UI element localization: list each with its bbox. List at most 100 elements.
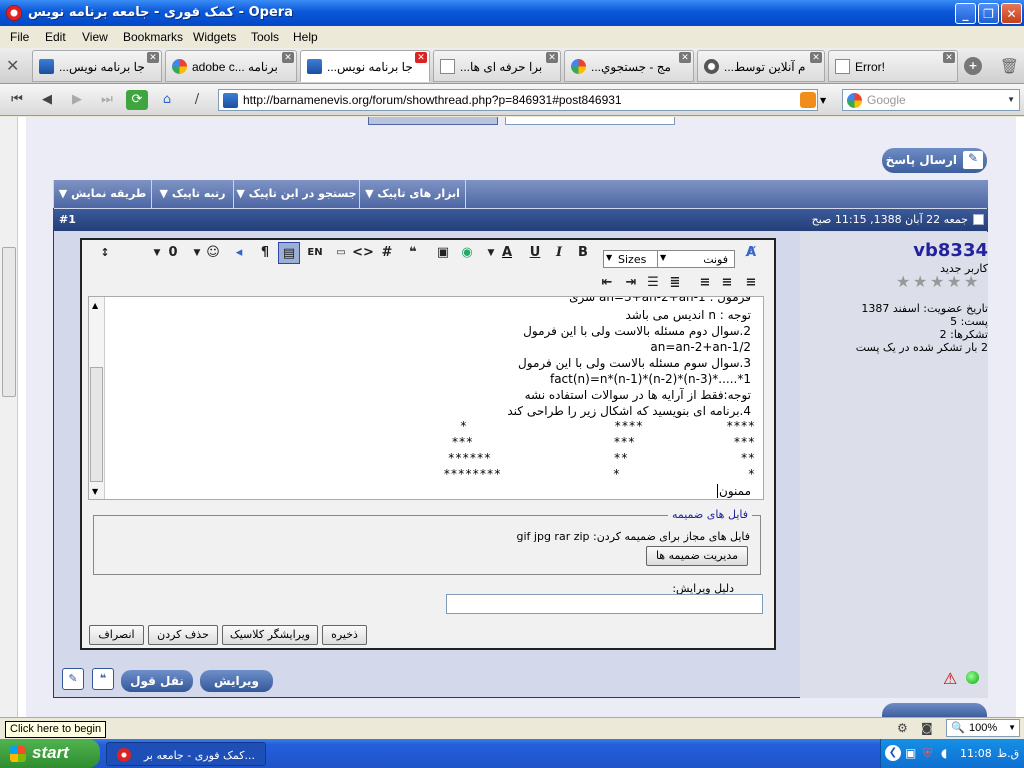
network-icon[interactable]: ▣ <box>905 746 916 760</box>
attach-icon[interactable]: 0 <box>162 242 184 264</box>
camera-icon[interactable]: ◙ <box>921 721 933 735</box>
forward-icon[interactable]: ▶ <box>66 90 88 110</box>
en-lang-icon[interactable]: EN <box>302 242 328 264</box>
delete-button[interactable]: حذف کردن <box>148 625 218 645</box>
hash-icon[interactable]: # <box>376 242 398 264</box>
php-code-icon[interactable]: ▭ <box>330 242 352 264</box>
menu-view[interactable]: View <box>82 30 108 44</box>
edit-reason-input[interactable] <box>446 594 763 614</box>
address-dropdown-icon[interactable]: ▼ <box>820 96 826 105</box>
tab-close-icon[interactable]: ✕ <box>546 52 558 63</box>
tab-0[interactable]: ...جا برنامه نویس ✕ <box>32 50 162 82</box>
html-code-icon[interactable]: <> <box>352 242 374 264</box>
tab-close-icon[interactable]: ✕ <box>282 52 294 63</box>
remove-format-icon[interactable]: A̸ <box>740 242 762 264</box>
clock-time[interactable]: 11:08 <box>960 747 992 760</box>
save-button[interactable]: ذخیره <box>322 625 367 645</box>
wand-icon[interactable]: / <box>186 90 208 110</box>
window-title-bar[interactable]: کمک فوری - جامعه برنامه نویس - Opera _ ❐… <box>0 0 1024 26</box>
quick-quote-icon[interactable]: ❝ <box>92 668 114 690</box>
link-globe-icon[interactable]: ◉ <box>456 242 478 264</box>
display-mode-menu[interactable]: طریقه نمایش ▼ <box>53 180 151 208</box>
tab-1[interactable]: adobe c... برنامه ✕ <box>165 50 297 82</box>
minimize-button[interactable]: _ <box>955 3 976 24</box>
taskbar-item-opera[interactable]: ...کمک فوری - جامعه بر <box>106 742 266 766</box>
rate-thread-menu[interactable]: رتبه تاپیک ▼ <box>151 180 233 208</box>
new-tab-icon[interactable]: + <box>964 57 982 75</box>
bottom-reply-button-remnant[interactable] <box>882 703 987 717</box>
menu-edit[interactable]: Edit <box>45 30 66 44</box>
search-dropdown-icon[interactable]: ▼ <box>1007 95 1015 104</box>
bullet-list-icon[interactable]: ☰ <box>642 272 664 294</box>
manage-attachments-button[interactable]: مدیریت ضمیمه ها <box>646 546 748 566</box>
security-shield-icon[interactable]: ⛨ <box>923 746 932 761</box>
close-button[interactable]: ✕ <box>1001 3 1022 24</box>
edit-button[interactable]: ویرایش <box>200 670 273 692</box>
align-center-icon[interactable]: ≡ <box>716 272 738 294</box>
indent-icon[interactable]: ⇥ <box>620 272 642 294</box>
volume-icon[interactable]: ◖ <box>941 746 947 760</box>
tab-close-icon[interactable]: ✕ <box>415 52 427 63</box>
home-icon[interactable]: ⌂ <box>156 90 178 110</box>
outdent-icon[interactable]: ⇤ <box>596 272 618 294</box>
reload-icon[interactable]: ⟳ <box>126 90 148 110</box>
cancel-button[interactable]: انصراف <box>89 625 144 645</box>
underline-icon[interactable]: U <box>524 242 546 264</box>
start-button[interactable]: start <box>0 739 100 768</box>
trash-icon[interactable]: 🗑 <box>1000 57 1019 75</box>
tab-3[interactable]: ...برا حرفه ای ها ✕ <box>433 50 561 82</box>
numbered-list-icon[interactable]: ≣ <box>664 272 686 294</box>
menu-bookmarks[interactable]: Bookmarks <box>123 30 183 44</box>
tab-close-icon[interactable]: ✕ <box>147 52 159 63</box>
report-warning-icon[interactable]: ⚠ <box>943 669 957 688</box>
settings-icon[interactable]: ⚙ <box>897 721 908 735</box>
paragraph-icon[interactable]: ¶ <box>254 242 276 264</box>
tray-expand-icon[interactable]: ❮ <box>885 745 901 761</box>
fast-forward-icon[interactable]: ⏭ <box>96 90 118 110</box>
textarea-scrollbar[interactable]: ▲ ▼ <box>89 297 105 499</box>
menu-tools[interactable]: Tools <box>251 30 279 44</box>
tab-close-icon[interactable]: ✕ <box>679 52 691 63</box>
italic-icon[interactable]: I <box>548 242 570 264</box>
scroll-down-icon[interactable]: ▼ <box>92 487 98 496</box>
back-icon[interactable]: ◀ <box>36 90 58 110</box>
post-reply-button[interactable]: ارسال پاسخ ✎ <box>882 148 987 173</box>
resize-icon[interactable]: ↕ <box>94 242 116 264</box>
quote-button[interactable]: نقل قول <box>121 670 193 692</box>
page-scrollbar[interactable] <box>0 117 18 717</box>
text-color-icon[interactable]: A <box>496 242 518 264</box>
smiley-icon[interactable]: ☺ <box>202 242 224 264</box>
search-input[interactable]: Google ▼ <box>842 89 1020 111</box>
rss-icon[interactable] <box>800 92 816 108</box>
address-input[interactable]: http://barnamenevis.org/forum/showthread… <box>218 89 818 111</box>
tab-4[interactable]: ...مج - جستجوي ✕ <box>564 50 694 82</box>
restore-button[interactable]: ❐ <box>978 3 999 24</box>
font-select[interactable]: فونت ▼ <box>657 250 735 268</box>
ltr-icon[interactable]: ◂ <box>228 242 250 264</box>
menu-help[interactable]: Help <box>293 30 318 44</box>
align-left-icon[interactable]: ≡ <box>694 272 716 294</box>
zoom-select[interactable]: 🔍 100% ▼ <box>946 719 1020 737</box>
size-select[interactable]: ▼ Sizes <box>603 250 661 268</box>
save-draft-icon[interactable]: ▤ <box>278 242 300 264</box>
scroll-up-icon[interactable]: ▲ <box>92 301 98 310</box>
thread-tools-menu[interactable]: ابزار های تاپیک ▼ <box>359 180 466 208</box>
search-thread-menu[interactable]: جستجو در این تاپیک ▼ <box>233 180 359 208</box>
bold-icon[interactable]: B <box>572 242 594 264</box>
rewind-icon[interactable]: ⏮ <box>6 90 28 110</box>
image-icon[interactable]: ▣ <box>432 242 454 264</box>
tab-2-active[interactable]: ...جا برنامه نویس ✕ <box>300 50 430 82</box>
multi-quote-icon[interactable]: ✎ <box>62 668 84 690</box>
align-right-icon[interactable]: ≡ <box>740 272 762 294</box>
tab-6[interactable]: Error! ✕ <box>828 50 958 82</box>
quote-icon[interactable]: ❝ <box>402 242 424 264</box>
post-number[interactable]: #1 <box>59 213 76 226</box>
tools-panel-icon[interactable]: ✕ <box>6 56 19 75</box>
tab-close-icon[interactable]: ✕ <box>810 52 822 63</box>
username[interactable]: vb8334 <box>913 240 988 261</box>
message-textarea[interactable]: ▲ ▼ فرمول : an=3+an-2+an-1 سری توجه : n … <box>88 296 764 500</box>
classic-editor-button[interactable]: ویرایشگر کلاسیک <box>222 625 318 645</box>
menu-widgets[interactable]: Widgets <box>193 30 236 44</box>
tab-5[interactable]: ...م آنلاين توسط ✕ <box>697 50 825 82</box>
menu-file[interactable]: File <box>10 30 29 44</box>
